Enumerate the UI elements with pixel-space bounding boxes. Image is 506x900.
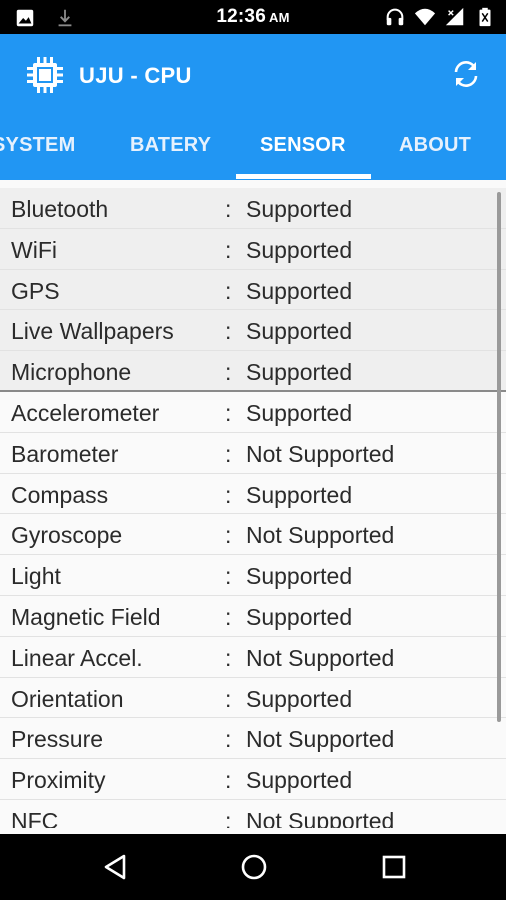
sensor-value: Supported <box>246 236 353 263</box>
wifi-icon <box>414 8 436 26</box>
app-title: UJU - CPU <box>79 63 192 88</box>
refresh-icon[interactable] <box>448 56 484 92</box>
sensor-separator: : <box>225 563 232 590</box>
sensor-name: Gyroscope <box>11 522 123 549</box>
sensor-row: Live Wallpapers : Supported <box>0 310 506 352</box>
tab-battery[interactable]: BATERY <box>130 134 211 157</box>
sensor-row: NFC : Not Supported <box>0 800 506 828</box>
list-top-padding <box>0 180 506 188</box>
sensor-row: Light : Supported <box>0 555 506 596</box>
sensor-row: Accelerometer : Supported <box>0 392 506 433</box>
home-icon[interactable] <box>238 851 270 883</box>
sensor-separator: : <box>225 359 232 386</box>
sensor-name: NFC <box>11 807 59 828</box>
sensor-separator: : <box>225 767 232 794</box>
sensor-separator: : <box>225 318 232 345</box>
sensor-row: Microphone : Supported <box>0 351 506 392</box>
sensor-name: Compass <box>11 481 109 508</box>
sensor-name: Magnetic Field <box>11 603 161 630</box>
sensor-separator: : <box>225 726 232 753</box>
sensor-value: Supported <box>246 685 353 712</box>
sensor-row: Barometer : Not Supported <box>0 433 506 474</box>
sensor-value: Not Supported <box>246 522 395 549</box>
status-right-icons <box>384 6 496 28</box>
sensor-name: Bluetooth <box>11 196 109 222</box>
sensor-value: Supported <box>246 563 353 590</box>
sensor-name: Light <box>11 563 61 590</box>
sensor-value: Not Supported <box>246 644 395 671</box>
sensor-name: GPS <box>11 277 60 304</box>
sensor-separator: : <box>225 236 232 263</box>
status-bar: 12:36 AM <box>0 0 506 34</box>
sensor-name: WiFi <box>11 236 57 263</box>
sensor-name: Barometer <box>11 440 119 467</box>
sensor-name: Orientation <box>11 685 124 712</box>
battery-icon <box>479 7 491 27</box>
sensor-value: Not Supported <box>246 440 395 467</box>
sensor-value: Supported <box>246 318 353 345</box>
sensor-value: Supported <box>246 481 353 508</box>
tab-sensor[interactable]: SENSOR <box>260 134 346 157</box>
sensor-row: Pressure : Not Supported <box>0 718 506 760</box>
sensor-list[interactable]: Bluetooth : Supported WiFi : Supported G… <box>0 180 506 828</box>
sensor-row: Bluetooth : Supported <box>0 188 506 229</box>
sensor-separator: : <box>225 644 232 671</box>
tab-about[interactable]: ABOUT <box>399 134 471 157</box>
sensor-row: WiFi : Supported <box>0 228 506 270</box>
tab-bar: SYSTEM BATERY SENSOR ABOUT <box>0 118 506 180</box>
sensor-row: Linear Accel. : Not Supported <box>0 637 506 678</box>
sensor-row: GPS : Supported <box>0 269 506 311</box>
sensor-row: Orientation : Supported <box>0 678 506 719</box>
sensor-value: Supported <box>246 277 353 304</box>
navigation-bar <box>0 834 506 900</box>
sensor-value: Supported <box>246 603 353 630</box>
sensor-value: Supported <box>246 196 353 222</box>
sensor-row: Compass : Supported <box>0 474 506 515</box>
sensor-separator: : <box>225 277 232 304</box>
recents-icon[interactable] <box>378 851 410 883</box>
sensor-row: Gyroscope : Not Supported <box>0 514 506 556</box>
sensor-row: Proximity : Supported <box>0 759 506 800</box>
sensor-value: Not Supported <box>246 807 395 828</box>
selected-tab-indicator <box>236 174 371 179</box>
sensor-separator: : <box>225 522 232 549</box>
sensor-separator: : <box>225 440 232 467</box>
sensor-value: Supported <box>246 767 353 794</box>
sensor-name: Microphone <box>11 359 132 386</box>
status-ampm: AM <box>268 10 290 25</box>
sensor-value: Supported <box>246 359 353 386</box>
back-icon[interactable] <box>99 851 131 883</box>
tab-system[interactable]: SYSTEM <box>0 134 75 157</box>
sensor-name: Live Wallpapers <box>11 318 174 345</box>
sensor-name: Linear Accel. <box>11 644 143 671</box>
list-scrollbar[interactable] <box>497 192 501 722</box>
sensor-name: Pressure <box>11 726 104 753</box>
sensor-row: Magnetic Field : Supported <box>0 596 506 637</box>
app-bar: UJU - CPU <box>0 34 506 118</box>
sensor-name: Proximity <box>11 767 106 794</box>
sensor-value: Supported <box>246 399 353 426</box>
sensor-separator: : <box>225 196 232 222</box>
signal-icon <box>445 7 464 26</box>
sensor-value: Not Supported <box>246 726 395 753</box>
sensor-separator: : <box>225 807 232 828</box>
sensor-separator: : <box>225 603 232 630</box>
headphones-icon <box>386 8 404 26</box>
sensor-separator: : <box>225 685 232 712</box>
sensor-separator: : <box>225 399 232 426</box>
sensor-name: Accelerometer <box>11 399 160 426</box>
cpu-chip-icon <box>27 57 63 93</box>
sensor-separator: : <box>225 481 232 508</box>
